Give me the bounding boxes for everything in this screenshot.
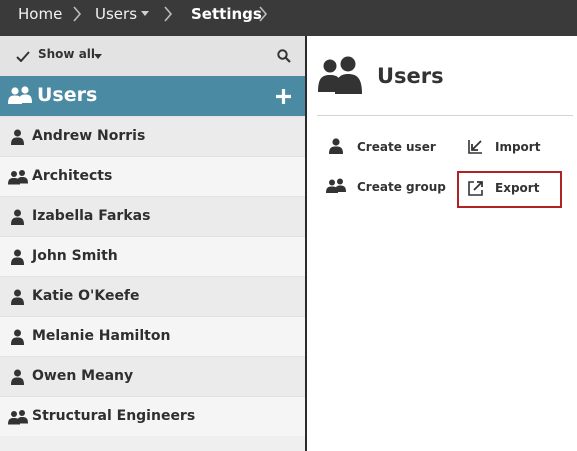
- export-icon: [468, 181, 483, 196]
- add-icon[interactable]: [276, 89, 291, 104]
- list-item-label: Melanie Hamilton: [32, 328, 171, 344]
- list-item[interactable]: Melanie Hamilton: [0, 316, 305, 356]
- list-item[interactable]: Owen Meany: [0, 356, 305, 396]
- chevron-down-icon[interactable]: [94, 54, 102, 59]
- list-item[interactable]: Andrew Norris: [0, 116, 305, 156]
- create-user-button[interactable]: Create user: [357, 140, 436, 154]
- user-icon: [11, 249, 24, 265]
- export-button[interactable]: Export: [495, 181, 539, 195]
- user-icon: [11, 329, 24, 345]
- user-icon: [11, 129, 24, 145]
- import-button[interactable]: Import: [495, 140, 540, 154]
- detail-panel: Users Create user Import Create group Ex…: [307, 36, 577, 451]
- list-item-label: Andrew Norris: [32, 128, 146, 144]
- export-highlight[interactable]: Export: [457, 171, 562, 208]
- detail-title: Users: [377, 64, 444, 88]
- list-item[interactable]: Katie O'Keefe: [0, 276, 305, 316]
- group-icon: [8, 169, 28, 185]
- list-item[interactable]: Structural Engineers: [0, 396, 305, 436]
- create-group-button[interactable]: Create group: [357, 180, 446, 194]
- breadcrumb: Home Users Settings: [0, 0, 577, 36]
- list-item[interactable]: Izabella Farkas: [0, 196, 305, 236]
- users-section-header[interactable]: Users: [0, 76, 305, 116]
- breadcrumb-home[interactable]: Home: [18, 0, 62, 28]
- chevron-down-icon[interactable]: [141, 11, 149, 16]
- breadcrumb-settings[interactable]: Settings: [191, 0, 262, 28]
- panel-title: Users: [37, 84, 98, 106]
- list-item-label: Architects: [32, 168, 113, 184]
- user-icon: [11, 289, 24, 305]
- user-icon: [329, 138, 343, 154]
- chevron-right-icon: [164, 6, 173, 22]
- group-icon: [318, 56, 362, 94]
- chevron-right-icon: [73, 6, 82, 22]
- checkmark-icon: [16, 51, 30, 62]
- chevron-right-icon: [259, 6, 268, 22]
- filter-bar: Show all: [0, 36, 305, 76]
- group-icon: [8, 86, 32, 104]
- list-item[interactable]: John Smith: [0, 236, 305, 276]
- list-item[interactable]: Architects: [0, 156, 305, 196]
- user-icon: [11, 369, 24, 385]
- list-item-label: Owen Meany: [32, 368, 134, 384]
- divider: [317, 115, 573, 116]
- list-item-label: John Smith: [32, 248, 118, 264]
- show-all-dropdown[interactable]: Show all: [38, 47, 95, 61]
- breadcrumb-users[interactable]: Users: [95, 0, 137, 28]
- list-item-label: Structural Engineers: [32, 408, 196, 424]
- import-icon: [468, 140, 482, 154]
- search-icon[interactable]: [277, 49, 291, 63]
- users-sidebar: Show all Users Andrew Norris Architects Iz…: [0, 36, 305, 451]
- user-icon: [11, 209, 24, 225]
- list-item-label: Izabella Farkas: [32, 208, 151, 224]
- group-icon: [8, 409, 28, 425]
- group-icon: [326, 178, 346, 193]
- list-item-label: Katie O'Keefe: [32, 288, 140, 304]
